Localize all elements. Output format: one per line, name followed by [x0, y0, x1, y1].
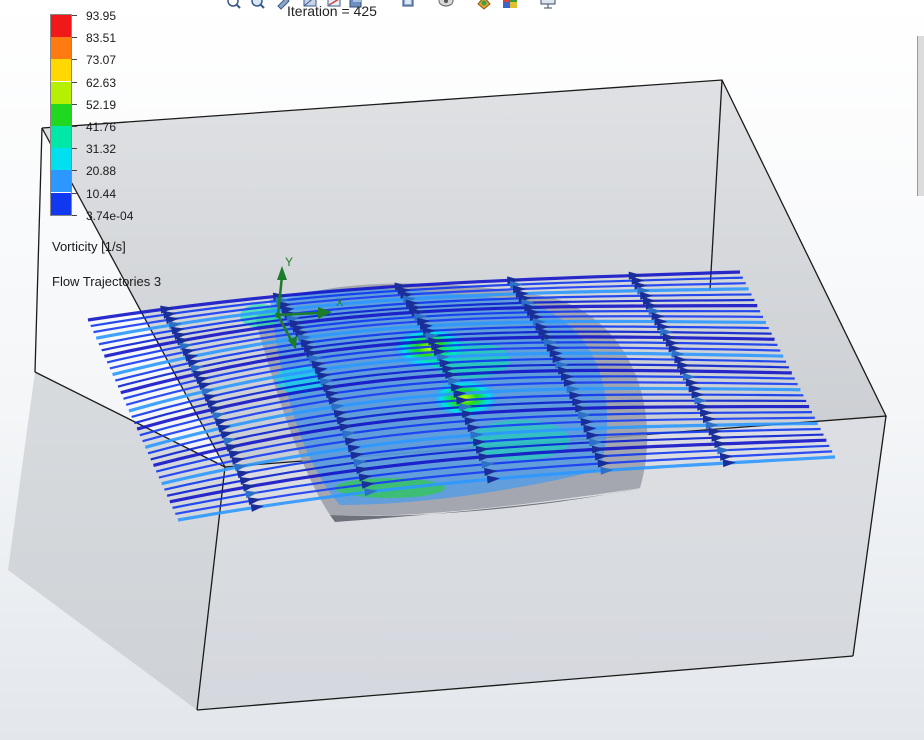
legend-tick: [72, 103, 77, 105]
legend-tick: [72, 126, 77, 127]
legend-tick: [72, 170, 77, 172]
flow-scene: Y X: [8, 79, 888, 711]
legend-swatch: [51, 59, 71, 82]
edit-appearance-icon[interactable]: [438, 0, 454, 10]
legend-color-bar: [50, 14, 72, 216]
legend-tick: [72, 192, 77, 194]
legend-tick: [72, 81, 77, 83]
legend-swatch: [51, 126, 71, 148]
legend-value-label: 62.63: [86, 75, 117, 90]
box-left-face: [8, 372, 225, 710]
legend-tick: [72, 148, 77, 150]
legend-value-label: 31.32: [86, 142, 117, 157]
legend-swatch: [51, 148, 71, 171]
legend-value-label: 73.07: [86, 53, 117, 68]
parameter-label: Vorticity [1/s]: [52, 239, 126, 254]
plot-name-label: Flow Trajectories 3: [52, 274, 162, 289]
zoom-to-fit-icon[interactable]: [226, 0, 242, 10]
hide-show-icon[interactable]: [400, 0, 416, 10]
legend-tick: [72, 59, 77, 61]
legend-swatch: [51, 192, 71, 215]
apply-scene-icon[interactable]: [476, 0, 492, 10]
legend-value-label: 41.76: [86, 120, 117, 134]
legend-value-label: 20.88: [86, 164, 117, 179]
view-settings-icon[interactable]: [502, 0, 518, 10]
axis-label-x: X: [336, 297, 344, 309]
axis-label-y: Y: [285, 255, 293, 269]
graphics-viewport[interactable]: Y X 93.95 83.51 73.07 62.63 52.19 41.76 31.32 2…: [0, 0, 924, 740]
iteration-readout: Iteration = 425: [287, 3, 377, 19]
legend-tick: [72, 15, 77, 16]
legend-value-label: 10.44: [86, 186, 117, 201]
zoom-area-icon[interactable]: [250, 0, 266, 10]
task-pane-edge[interactable]: [917, 36, 924, 196]
legend-swatch: [51, 37, 71, 60]
legend-swatch: [51, 170, 71, 193]
legend-swatch: [51, 81, 71, 104]
legend-value-label: 93.95: [86, 9, 117, 23]
legend-value-label: 83.51: [86, 31, 117, 46]
legend-tick: [72, 214, 77, 216]
box-edge: [34, 127, 43, 373]
legend-value-label: 3.74e-04: [86, 208, 134, 223]
legend-value-label: 52.19: [86, 97, 117, 112]
legend-swatch: [51, 15, 71, 37]
legend-swatch: [51, 103, 71, 126]
legend-tick: [72, 37, 77, 39]
monitor-display-icon[interactable]: [540, 0, 556, 10]
